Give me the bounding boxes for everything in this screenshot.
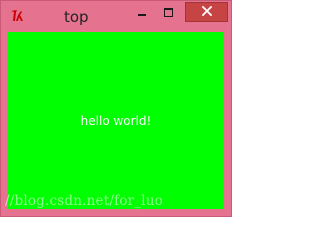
watermark-text: //blog.csdn.net/for_luo (5, 193, 163, 209)
tk-feather-icon[interactable] (10, 9, 26, 23)
hello-label: hello world! (80, 114, 152, 128)
app-window: top hello world! //blog.csdn.net/for_luo (0, 0, 232, 217)
maximize-button[interactable] (155, 2, 181, 22)
maximize-icon (163, 7, 173, 17)
close-button[interactable] (185, 2, 228, 22)
minimize-icon (138, 13, 146, 16)
close-icon (201, 3, 212, 21)
content-area: hello world! (8, 32, 224, 209)
title-bar[interactable]: top (1, 1, 231, 32)
minimize-button[interactable] (129, 2, 155, 22)
window-title: top (64, 8, 89, 26)
